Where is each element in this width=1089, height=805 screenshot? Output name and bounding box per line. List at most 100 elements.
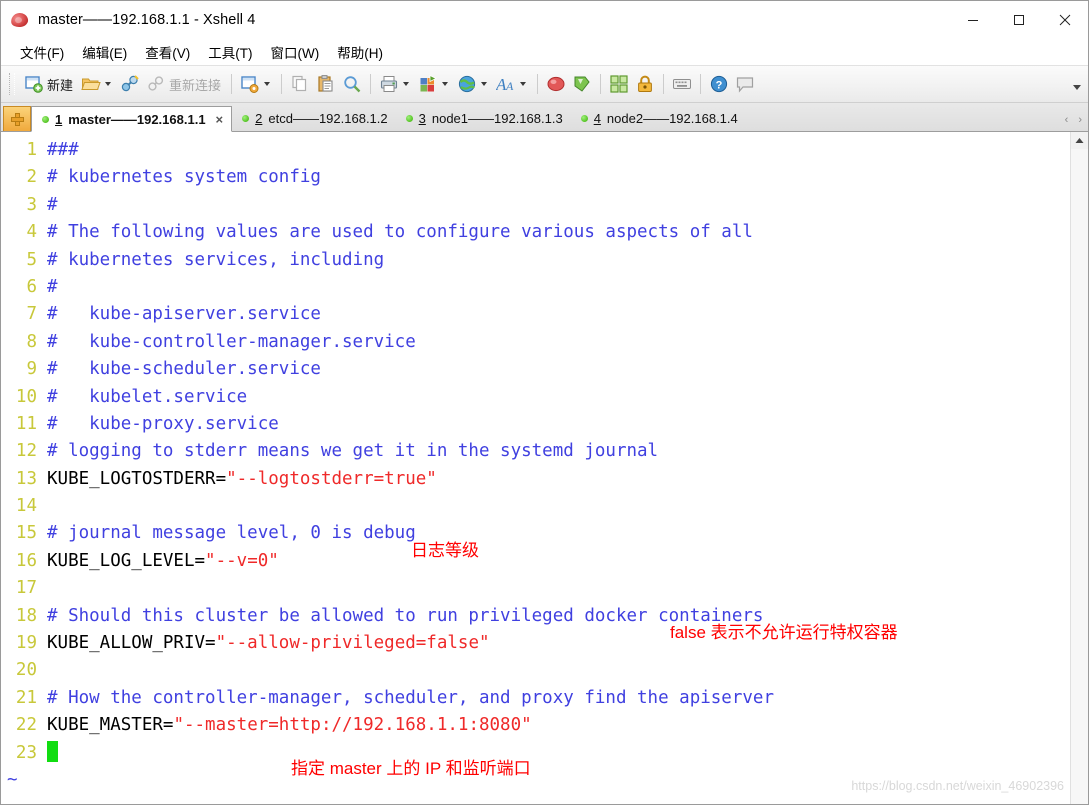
code-segment-comment: # kube-controller-manager.service bbox=[47, 331, 416, 352]
lock-button[interactable] bbox=[632, 70, 658, 98]
open-session-dropdown-icon[interactable] bbox=[105, 82, 112, 86]
toolbar-separator-6 bbox=[663, 74, 665, 94]
xshell-logo-icon bbox=[10, 11, 30, 29]
line-content: # bbox=[47, 274, 58, 301]
terminal-line: 16 KUBE_LOG_LEVEL="--v=0" bbox=[1, 548, 1070, 575]
scrollbar-track[interactable] bbox=[1071, 149, 1088, 804]
session-properties-icon bbox=[241, 76, 259, 93]
plus-icon bbox=[10, 112, 24, 126]
tab-close-icon-1[interactable]: × bbox=[216, 112, 224, 127]
tab-number-4: 4 bbox=[593, 110, 601, 126]
menu-file[interactable]: 文件(F) bbox=[11, 40, 73, 64]
tab-scroll-prev-icon[interactable]: ‹ bbox=[1065, 114, 1069, 126]
line-number: 19 bbox=[15, 633, 37, 654]
connect-button[interactable] bbox=[117, 70, 143, 98]
menu-help[interactable]: 帮助(H) bbox=[328, 40, 392, 64]
code-segment-comment: # kube-apiserver.service bbox=[47, 304, 321, 325]
find-button[interactable] bbox=[339, 70, 365, 98]
toolbar-separator-5 bbox=[600, 74, 602, 94]
file-transfer-icon bbox=[420, 74, 437, 92]
terminal-line: 23 bbox=[1, 740, 1070, 767]
chat-bubble-icon bbox=[736, 77, 754, 93]
line-content: # kube-apiserver.service bbox=[47, 301, 321, 328]
print-dropdown-icon[interactable] bbox=[403, 82, 410, 86]
paste-button[interactable] bbox=[313, 70, 339, 98]
tab-session-2[interactable]: 2 etcd——192.168.1.2 bbox=[232, 105, 395, 131]
line-number: 4 bbox=[26, 222, 37, 243]
session-properties-button[interactable] bbox=[237, 70, 276, 98]
terminal-line: 13 KUBE_LOGTOSTDERR="--logtostderr=true" bbox=[1, 466, 1070, 493]
scrollbar-up-arrow-icon[interactable] bbox=[1071, 132, 1088, 149]
new-session-button[interactable]: 新建 bbox=[21, 70, 78, 98]
browser-button[interactable] bbox=[454, 70, 493, 98]
code-segment-string: "--master=http://192.168.1.1:8080" bbox=[173, 715, 532, 736]
toolbar-grip[interactable] bbox=[9, 73, 15, 95]
code-segment-comment: # kubelet.service bbox=[47, 386, 248, 407]
arrange-windows-button[interactable] bbox=[606, 70, 632, 98]
code-segment-string: "--allow-privileged=false" bbox=[215, 633, 490, 654]
new-tab-button[interactable] bbox=[3, 106, 31, 131]
xftp-button[interactable] bbox=[569, 70, 595, 98]
code-segment-plain: KUBE_MASTER= bbox=[47, 715, 174, 736]
font-button[interactable]: A A bbox=[493, 70, 532, 98]
tab-number-1: 1 bbox=[55, 111, 63, 127]
menu-window[interactable]: 窗口(W) bbox=[262, 40, 329, 64]
tab-label-1: master——192.168.1.1 bbox=[68, 111, 206, 127]
code-segment-string: "--logtostderr=true" bbox=[226, 468, 437, 489]
terminal-screen[interactable]: 1 ### 2 # kubernetes system config 3 #4 # The … bbox=[1, 132, 1070, 804]
help-circle-icon: ? bbox=[710, 75, 728, 93]
terminal-line: 10 # kubelet.service bbox=[1, 384, 1070, 411]
xshell-button[interactable] bbox=[543, 70, 569, 98]
tab-status-dot-icon bbox=[580, 114, 588, 122]
terminal-line: 12 # logging to stderr means we get it in… bbox=[1, 438, 1070, 465]
menu-tools[interactable]: 工具(T) bbox=[199, 40, 261, 64]
font-dropdown-icon[interactable] bbox=[520, 82, 527, 86]
line-content: KUBE_LOGTOSTDERR="--logtostderr=true" bbox=[47, 466, 437, 493]
transfer-dropdown-icon[interactable] bbox=[442, 82, 449, 86]
copy-button[interactable] bbox=[287, 70, 313, 98]
line-number: 10 bbox=[15, 386, 37, 407]
code-segment-comment: ### bbox=[47, 140, 79, 160]
help-button[interactable]: ? bbox=[706, 70, 732, 98]
tab-status-dot-icon bbox=[42, 115, 49, 123]
line-number: 9 bbox=[26, 359, 37, 380]
line-number: 14 bbox=[15, 496, 37, 517]
code-segment-comment: # How the controller-manager, scheduler,… bbox=[47, 687, 774, 708]
line-number: 17 bbox=[15, 578, 37, 599]
terminal-scrollbar[interactable] bbox=[1070, 132, 1088, 804]
chat-button[interactable] bbox=[732, 70, 758, 98]
line-content: # bbox=[47, 192, 58, 219]
line-number: 3 bbox=[26, 194, 37, 215]
line-number: 11 bbox=[15, 413, 37, 434]
tab-session-4[interactable]: 4 node2——192.168.1.4 bbox=[571, 105, 746, 131]
toolbar-separator-1 bbox=[231, 74, 233, 94]
svg-text:A: A bbox=[505, 79, 514, 93]
tab-session-3[interactable]: 3 node1——192.168.1.3 bbox=[396, 105, 571, 131]
print-button[interactable] bbox=[376, 70, 415, 98]
terminal-line: 18 # Should this cluster be allowed to ru… bbox=[1, 603, 1070, 630]
code-segment-plain: KUBE_LOGTOSTDERR= bbox=[47, 468, 227, 489]
paste-icon bbox=[318, 75, 333, 92]
terminal-area: 1 ### 2 # kubernetes system config 3 #4 # The … bbox=[1, 132, 1088, 804]
menu-edit[interactable]: 编辑(E) bbox=[73, 40, 136, 64]
open-session-button[interactable] bbox=[78, 70, 117, 98]
window-title: master——192.168.1.1 - Xshell 4 bbox=[38, 11, 256, 28]
close-button[interactable] bbox=[1042, 1, 1088, 38]
minimize-button[interactable] bbox=[950, 1, 996, 38]
xftp-icon bbox=[574, 76, 590, 92]
tab-label-3: node1——192.168.1.3 bbox=[431, 110, 563, 126]
line-content: KUBE_MASTER="--master=http://192.168.1.1… bbox=[47, 712, 532, 739]
file-transfer-button[interactable] bbox=[415, 70, 454, 98]
browser-dropdown-icon[interactable] bbox=[481, 82, 488, 86]
menu-view[interactable]: 查看(V) bbox=[136, 40, 199, 64]
tab-session-1[interactable]: 1 master——192.168.1.1 × bbox=[31, 106, 233, 132]
properties-dropdown-icon[interactable] bbox=[264, 82, 271, 86]
terminal-line: 20 bbox=[1, 657, 1070, 684]
menu-bar: 文件(F) 编辑(E) 查看(V) 工具(T) 窗口(W) 帮助(H) bbox=[1, 38, 1088, 66]
reconnect-button[interactable]: 重新连接 bbox=[143, 70, 226, 98]
tab-scroll-next-icon[interactable]: › bbox=[1078, 114, 1082, 126]
keyboard-button[interactable] bbox=[669, 70, 695, 98]
maximize-button[interactable] bbox=[996, 1, 1042, 38]
font-size-icon: A A bbox=[496, 75, 514, 94]
toolbar-overflow-icon[interactable] bbox=[1072, 78, 1082, 96]
